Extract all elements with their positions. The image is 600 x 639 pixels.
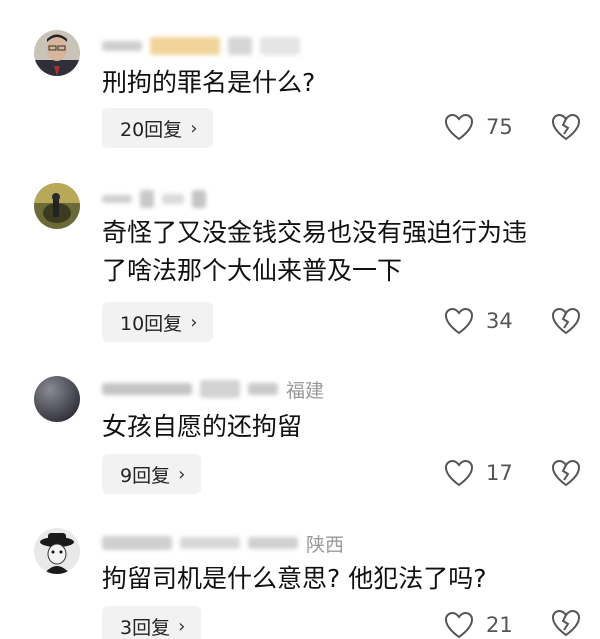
like-count: 17	[486, 461, 513, 485]
comment-meta	[102, 186, 206, 212]
dislike-button[interactable]	[551, 112, 581, 142]
avatar[interactable]	[34, 183, 80, 229]
dislike-button[interactable]	[551, 458, 581, 488]
comment-text-line: 了啥法那个大仙来普及一下	[102, 256, 403, 285]
avatar[interactable]	[34, 376, 80, 422]
username-blurred	[248, 383, 278, 395]
dislike-button[interactable]	[551, 608, 581, 638]
username-blurred[interactable]	[102, 41, 142, 51]
avatar[interactable]	[34, 528, 80, 574]
comment-text: 奇怪了又没金钱交易也没有强迫行为违 了啥法那个大仙来普及一下	[102, 214, 527, 290]
comment-meta	[102, 33, 300, 59]
heart-icon	[444, 307, 474, 335]
username-blurred	[260, 37, 300, 55]
username-blurred	[140, 190, 154, 208]
comment-text: 拘留司机是什么意思? 他犯法了吗?	[102, 560, 487, 598]
username-blurred	[200, 380, 240, 398]
username-blurred	[248, 537, 298, 549]
like-count: 34	[486, 309, 513, 333]
broken-heart-icon	[551, 306, 581, 336]
username-blurred[interactable]	[150, 37, 220, 55]
like-button[interactable]: 34	[444, 304, 513, 338]
heart-icon	[444, 611, 474, 639]
comment-text: 女孩自愿的还拘留	[102, 408, 302, 446]
username-blurred	[162, 194, 184, 204]
like-button[interactable]: 21	[444, 608, 513, 639]
like-button[interactable]: 17	[444, 456, 513, 490]
username-blurred	[180, 537, 240, 549]
heart-icon	[444, 113, 474, 141]
broken-heart-icon	[551, 608, 581, 638]
chevron-right-icon: ›	[178, 615, 186, 637]
like-count: 75	[486, 115, 513, 139]
like-count: 21	[486, 613, 513, 637]
view-replies-button[interactable]: 3回复 ›	[102, 606, 202, 639]
reply-count: 10回复	[120, 312, 183, 335]
username-blurred	[102, 195, 132, 203]
comment-meta: 陕西	[102, 530, 344, 556]
username-blurred	[228, 37, 252, 55]
chevron-right-icon: ›	[190, 311, 198, 333]
comment-text-line: 女孩自愿的还拘留	[102, 412, 303, 441]
comment-text-line: 刑拘的罪名是什么?	[102, 68, 316, 97]
like-button[interactable]: 75	[444, 110, 513, 144]
avatar[interactable]	[34, 30, 80, 76]
comment-text-line: 奇怪了又没金钱交易也没有强迫行为违	[102, 218, 528, 247]
username-blurred	[102, 536, 172, 550]
dislike-button[interactable]	[551, 306, 581, 336]
broken-heart-icon	[551, 112, 581, 142]
view-replies-button[interactable]: 9回复 ›	[102, 454, 202, 494]
username-blurred	[192, 190, 206, 208]
heart-icon	[444, 459, 474, 487]
view-replies-button[interactable]: 20回复 ›	[102, 108, 214, 148]
chevron-right-icon: ›	[190, 117, 198, 139]
reply-count: 9回复	[120, 464, 171, 487]
location-label: 陕西	[306, 533, 345, 556]
comment-text-line: 拘留司机是什么意思? 他犯法了吗?	[102, 564, 487, 593]
comment-text: 刑拘的罪名是什么?	[102, 64, 315, 102]
comment-meta: 福建	[102, 376, 324, 402]
username-blurred	[102, 383, 192, 395]
reply-count: 3回复	[120, 616, 171, 639]
chevron-right-icon: ›	[178, 463, 186, 485]
view-replies-button[interactable]: 10回复 ›	[102, 302, 214, 342]
broken-heart-icon	[551, 458, 581, 488]
reply-count: 20回复	[120, 118, 183, 141]
location-label: 福建	[286, 379, 325, 402]
